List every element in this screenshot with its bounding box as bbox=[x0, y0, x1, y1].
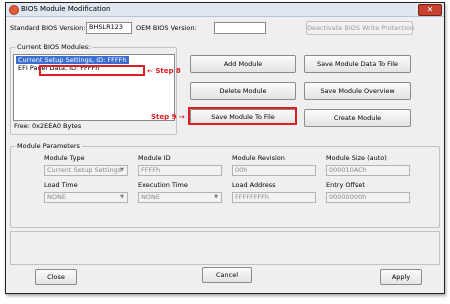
module-type-label: Module Type bbox=[44, 154, 85, 162]
module-id-field[interactable]: FFFFh bbox=[138, 165, 222, 176]
step9-arrow-icon: → bbox=[178, 113, 185, 121]
cancel-button[interactable]: Cancel bbox=[202, 267, 252, 283]
app-icon bbox=[9, 5, 19, 15]
save-module-overview-button[interactable]: Save Module Overview bbox=[304, 82, 411, 100]
apply-button[interactable]: Apply bbox=[380, 269, 422, 285]
module-revision-label: Module Revision bbox=[232, 154, 285, 162]
save-module-data-button[interactable]: Save Module Data To File bbox=[304, 55, 411, 73]
chevron-down-icon: ▼ bbox=[120, 194, 124, 200]
execution-time-value: NONE bbox=[141, 193, 160, 201]
step8-label: Step 8 bbox=[155, 67, 181, 75]
close-button[interactable]: Close bbox=[35, 269, 77, 285]
title-bar: BIOS Module Modification ✕ bbox=[6, 3, 444, 17]
module-type-value: Current Setup Settings bbox=[47, 166, 122, 174]
module-revision-field[interactable]: 00h bbox=[232, 165, 316, 176]
oem-bios-field[interactable] bbox=[214, 22, 266, 34]
load-time-value: NONE bbox=[47, 193, 66, 201]
entry-offset-label: Entry Offset bbox=[326, 181, 365, 189]
standard-bios-field[interactable]: BHSLR123 bbox=[86, 22, 132, 34]
module-size-field[interactable]: 000010ACh bbox=[326, 165, 410, 176]
load-address-label: Load Address bbox=[232, 181, 276, 189]
chevron-down-icon: ▼ bbox=[214, 194, 218, 200]
step8-arrow-icon: ← bbox=[147, 67, 153, 75]
load-time-select[interactable]: NONE ▼ bbox=[44, 192, 128, 203]
bios-module-window: BIOS Module Modification ✕ Standard BIOS… bbox=[5, 2, 445, 294]
chevron-down-icon: ▼ bbox=[120, 167, 124, 173]
entry-offset-field[interactable]: 00000000h bbox=[326, 192, 410, 203]
delete-module-button[interactable]: Delete Module bbox=[190, 82, 296, 100]
window-close-button[interactable]: ✕ bbox=[418, 4, 442, 16]
load-address-field[interactable]: FFFFFFFFh bbox=[232, 192, 316, 203]
window-title: BIOS Module Modification bbox=[21, 5, 111, 13]
step8-callout: ← Step 8 bbox=[147, 67, 181, 75]
step9-callout: Step 9 → bbox=[151, 113, 185, 121]
free-bytes-label: Free: 0x2EEA0 Bytes bbox=[14, 122, 82, 130]
add-module-button[interactable]: Add Module bbox=[190, 55, 296, 73]
module-parameters-label: Module Parameters bbox=[15, 142, 82, 150]
step8-highlight bbox=[39, 65, 145, 76]
execution-time-select[interactable]: NONE ▼ bbox=[138, 192, 222, 203]
modules-group-label: Current BIOS Modules: bbox=[15, 43, 93, 51]
step9-highlight bbox=[188, 107, 297, 125]
module-list-item[interactable]: Current Setup Settings, ID: FFFFh bbox=[16, 56, 129, 64]
standard-bios-label: Standard BIOS Version: bbox=[10, 24, 86, 32]
deactivate-write-protection-button[interactable]: Deactivate BIOS Write Protection bbox=[306, 21, 414, 35]
execution-time-label: Execution Time bbox=[138, 181, 188, 189]
step9-label: Step 9 bbox=[151, 113, 177, 121]
status-area bbox=[10, 231, 440, 265]
module-id-label: Module ID bbox=[138, 154, 171, 162]
oem-bios-label: OEM BIOS Version: bbox=[136, 24, 197, 32]
module-size-label: Module Size (auto) bbox=[326, 154, 387, 162]
create-module-button[interactable]: Create Module bbox=[304, 109, 411, 127]
module-type-select[interactable]: Current Setup Settings ▼ bbox=[44, 165, 128, 176]
load-time-label: Load Time bbox=[44, 181, 78, 189]
